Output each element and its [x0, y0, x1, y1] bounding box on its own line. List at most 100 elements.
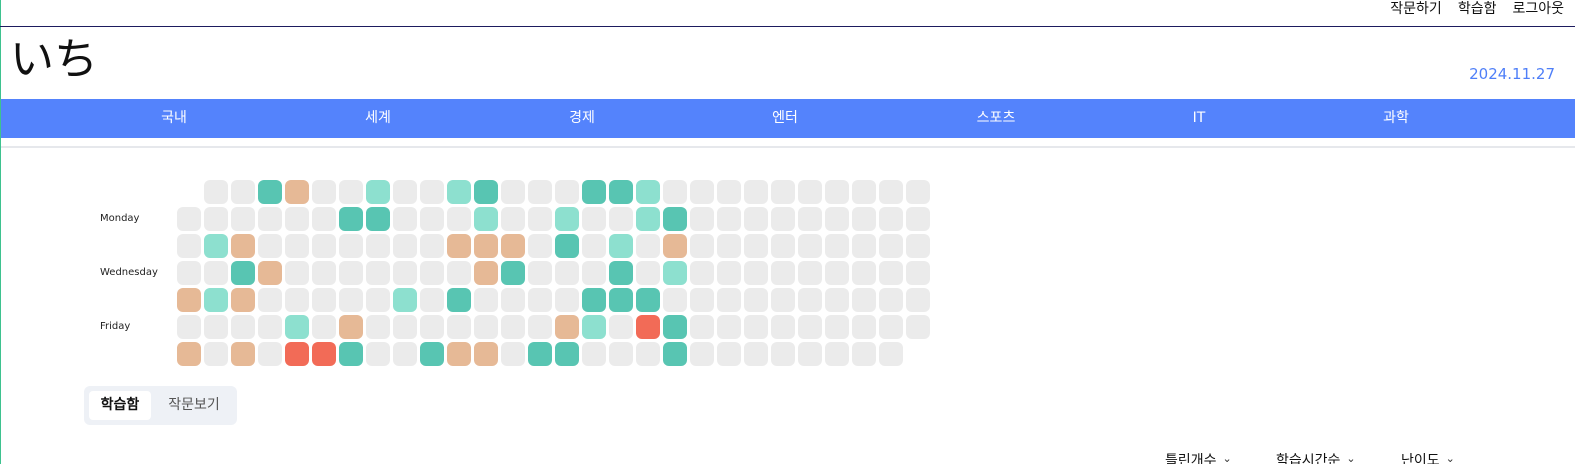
heatmap-cell[interactable] — [420, 207, 444, 231]
heatmap-cell[interactable] — [447, 234, 471, 258]
heatmap-cell[interactable] — [312, 180, 336, 204]
heatmap-cell[interactable] — [609, 315, 633, 339]
heatmap-cell[interactable] — [501, 207, 525, 231]
heatmap-cell[interactable] — [636, 288, 660, 312]
heatmap-cell[interactable] — [501, 261, 525, 285]
heatmap-cell[interactable] — [771, 234, 795, 258]
heatmap-cell[interactable] — [339, 207, 363, 231]
heatmap-cell[interactable] — [501, 342, 525, 366]
heatmap-cell[interactable] — [744, 234, 768, 258]
heatmap-cell[interactable] — [204, 180, 228, 204]
heatmap-cell[interactable] — [555, 288, 579, 312]
heatmap-cell[interactable] — [636, 180, 660, 204]
heatmap-cell[interactable] — [663, 342, 687, 366]
heatmap-cell[interactable] — [852, 342, 876, 366]
heatmap-cell[interactable] — [501, 315, 525, 339]
heatmap-cell[interactable] — [609, 234, 633, 258]
site-logo[interactable]: いち — [10, 34, 98, 86]
nav-item-entertainment[interactable]: 엔터 — [772, 99, 798, 138]
heatmap-cell[interactable] — [420, 234, 444, 258]
heatmap-cell[interactable] — [231, 180, 255, 204]
heatmap-cell[interactable] — [366, 180, 390, 204]
heatmap-cell[interactable] — [393, 315, 417, 339]
heatmap-cell[interactable] — [555, 342, 579, 366]
heatmap-cell[interactable] — [663, 288, 687, 312]
heatmap-cell[interactable] — [609, 261, 633, 285]
heatmap-cell[interactable] — [663, 207, 687, 231]
heatmap-cell[interactable] — [312, 261, 336, 285]
heatmap-cell[interactable] — [825, 342, 849, 366]
heatmap-cell[interactable] — [582, 207, 606, 231]
heatmap-cell[interactable] — [528, 288, 552, 312]
heatmap-cell[interactable] — [285, 180, 309, 204]
heatmap-cell[interactable] — [852, 315, 876, 339]
heatmap-cell[interactable] — [204, 315, 228, 339]
heatmap-cell[interactable] — [258, 207, 282, 231]
heatmap-cell[interactable] — [231, 261, 255, 285]
heatmap-cell[interactable] — [528, 207, 552, 231]
heatmap-cell[interactable] — [393, 234, 417, 258]
heatmap-cell[interactable] — [636, 315, 660, 339]
heatmap-cell[interactable] — [744, 288, 768, 312]
heatmap-cell[interactable] — [825, 207, 849, 231]
heatmap-cell[interactable] — [501, 288, 525, 312]
heatmap-cell[interactable] — [582, 342, 606, 366]
heatmap-cell[interactable] — [231, 315, 255, 339]
heatmap-cell[interactable] — [798, 234, 822, 258]
heatmap-cell[interactable] — [474, 261, 498, 285]
heatmap-cell[interactable] — [420, 315, 444, 339]
heatmap-cell[interactable] — [717, 207, 741, 231]
heatmap-cell[interactable] — [636, 261, 660, 285]
heatmap-cell[interactable] — [636, 342, 660, 366]
heatmap-cell[interactable] — [906, 261, 930, 285]
heatmap-cell[interactable] — [258, 315, 282, 339]
heatmap-cell[interactable] — [447, 342, 471, 366]
heatmap-cell[interactable] — [555, 261, 579, 285]
heatmap-cell[interactable] — [258, 342, 282, 366]
heatmap-cell[interactable] — [906, 234, 930, 258]
heatmap-cell[interactable] — [177, 207, 201, 231]
heatmap-cell[interactable] — [420, 180, 444, 204]
heatmap-cell[interactable] — [258, 180, 282, 204]
heatmap-cell[interactable] — [177, 288, 201, 312]
heatmap-cell[interactable] — [177, 342, 201, 366]
heatmap-cell[interactable] — [906, 207, 930, 231]
filter-difficulty[interactable]: 난이도 ⌄ — [1401, 450, 1455, 464]
heatmap-cell[interactable] — [231, 342, 255, 366]
heatmap-cell[interactable] — [420, 261, 444, 285]
heatmap-cell[interactable] — [744, 315, 768, 339]
nav-item-domestic[interactable]: 국내 — [161, 99, 187, 138]
heatmap-cell[interactable] — [690, 315, 714, 339]
heatmap-cell[interactable] — [879, 261, 903, 285]
heatmap-cell[interactable] — [366, 234, 390, 258]
heatmap-cell[interactable] — [825, 234, 849, 258]
heatmap-cell[interactable] — [582, 288, 606, 312]
heatmap-cell[interactable] — [339, 315, 363, 339]
filter-wrong-count[interactable]: 틀린개수 ⌄ — [1165, 450, 1232, 464]
heatmap-cell[interactable] — [555, 207, 579, 231]
heatmap-cell[interactable] — [879, 234, 903, 258]
heatmap-cell[interactable] — [474, 315, 498, 339]
heatmap-cell[interactable] — [879, 342, 903, 366]
heatmap-cell[interactable] — [447, 207, 471, 231]
heatmap-cell[interactable] — [771, 342, 795, 366]
heatmap-cell[interactable] — [447, 315, 471, 339]
heatmap-cell[interactable] — [798, 342, 822, 366]
heatmap-cell[interactable] — [420, 288, 444, 312]
heatmap-cell[interactable] — [798, 180, 822, 204]
heatmap-cell[interactable] — [474, 180, 498, 204]
heatmap-cell[interactable] — [204, 207, 228, 231]
heatmap-cell[interactable] — [339, 261, 363, 285]
heatmap-cell[interactable] — [744, 342, 768, 366]
heatmap-cell[interactable] — [231, 288, 255, 312]
heatmap-cell[interactable] — [825, 180, 849, 204]
tab-view-writing[interactable]: 작문보기 — [156, 391, 232, 420]
heatmap-cell[interactable] — [663, 315, 687, 339]
heatmap-cell[interactable] — [555, 234, 579, 258]
heatmap-cell[interactable] — [717, 342, 741, 366]
heatmap-cell[interactable] — [798, 207, 822, 231]
heatmap-cell[interactable] — [663, 234, 687, 258]
nav-item-sports[interactable]: 스포츠 — [977, 99, 1016, 138]
heatmap-cell[interactable] — [204, 342, 228, 366]
heatmap-cell[interactable] — [312, 207, 336, 231]
